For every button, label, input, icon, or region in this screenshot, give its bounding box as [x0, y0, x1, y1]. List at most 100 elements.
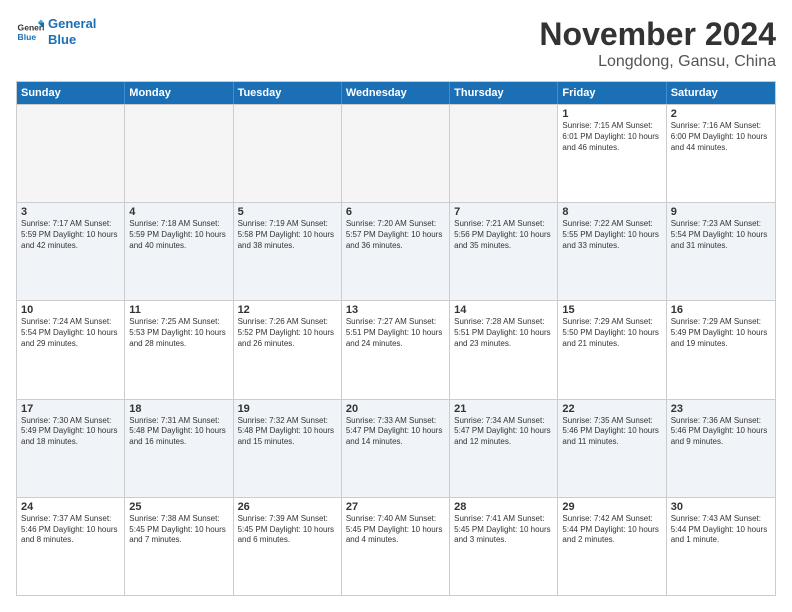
header-day-friday: Friday: [558, 82, 666, 104]
svg-text:Blue: Blue: [18, 31, 37, 41]
calendar-cell: 26Sunrise: 7:39 AM Sunset: 5:45 PM Dayli…: [234, 498, 342, 595]
calendar-cell: [450, 105, 558, 202]
header-day-wednesday: Wednesday: [342, 82, 450, 104]
location: Longdong, Gansu, China: [539, 53, 776, 71]
calendar-cell: 15Sunrise: 7:29 AM Sunset: 5:50 PM Dayli…: [558, 301, 666, 398]
day-number: 27: [346, 501, 445, 513]
calendar-cell: 21Sunrise: 7:34 AM Sunset: 5:47 PM Dayli…: [450, 400, 558, 497]
title-block: November 2024 Longdong, Gansu, China: [539, 16, 776, 71]
day-number: 28: [454, 501, 553, 513]
header-day-sunday: Sunday: [17, 82, 125, 104]
day-info: Sunrise: 7:30 AM Sunset: 5:49 PM Dayligh…: [21, 416, 120, 448]
day-number: 8: [562, 206, 661, 218]
header: General Blue General Blue November 2024 …: [16, 16, 776, 71]
calendar-cell: 4Sunrise: 7:18 AM Sunset: 5:59 PM Daylig…: [125, 203, 233, 300]
calendar-cell: 27Sunrise: 7:40 AM Sunset: 5:45 PM Dayli…: [342, 498, 450, 595]
calendar-cell: 6Sunrise: 7:20 AM Sunset: 5:57 PM Daylig…: [342, 203, 450, 300]
calendar-cell: 12Sunrise: 7:26 AM Sunset: 5:52 PM Dayli…: [234, 301, 342, 398]
calendar-cell: 1Sunrise: 7:15 AM Sunset: 6:01 PM Daylig…: [558, 105, 666, 202]
calendar-cell: 25Sunrise: 7:38 AM Sunset: 5:45 PM Dayli…: [125, 498, 233, 595]
day-info: Sunrise: 7:21 AM Sunset: 5:56 PM Dayligh…: [454, 219, 553, 251]
day-info: Sunrise: 7:29 AM Sunset: 5:49 PM Dayligh…: [671, 317, 771, 349]
calendar-cell: 28Sunrise: 7:41 AM Sunset: 5:45 PM Dayli…: [450, 498, 558, 595]
day-number: 3: [21, 206, 120, 218]
header-day-saturday: Saturday: [667, 82, 775, 104]
calendar-cell: 9Sunrise: 7:23 AM Sunset: 5:54 PM Daylig…: [667, 203, 775, 300]
logo-icon: General Blue: [16, 18, 44, 46]
calendar-row-5: 24Sunrise: 7:37 AM Sunset: 5:46 PM Dayli…: [17, 497, 775, 595]
calendar-cell: 7Sunrise: 7:21 AM Sunset: 5:56 PM Daylig…: [450, 203, 558, 300]
day-number: 2: [671, 108, 771, 120]
logo: General Blue General Blue: [16, 16, 96, 47]
day-number: 20: [346, 403, 445, 415]
day-info: Sunrise: 7:28 AM Sunset: 5:51 PM Dayligh…: [454, 317, 553, 349]
calendar-row-3: 10Sunrise: 7:24 AM Sunset: 5:54 PM Dayli…: [17, 300, 775, 398]
day-info: Sunrise: 7:27 AM Sunset: 5:51 PM Dayligh…: [346, 317, 445, 349]
calendar-cell: 18Sunrise: 7:31 AM Sunset: 5:48 PM Dayli…: [125, 400, 233, 497]
calendar-cell: 17Sunrise: 7:30 AM Sunset: 5:49 PM Dayli…: [17, 400, 125, 497]
calendar-cell: 23Sunrise: 7:36 AM Sunset: 5:46 PM Dayli…: [667, 400, 775, 497]
page: General Blue General Blue November 2024 …: [0, 0, 792, 612]
calendar-row-4: 17Sunrise: 7:30 AM Sunset: 5:49 PM Dayli…: [17, 399, 775, 497]
day-number: 29: [562, 501, 661, 513]
calendar-body: 1Sunrise: 7:15 AM Sunset: 6:01 PM Daylig…: [17, 104, 775, 595]
day-info: Sunrise: 7:33 AM Sunset: 5:47 PM Dayligh…: [346, 416, 445, 448]
day-info: Sunrise: 7:15 AM Sunset: 6:01 PM Dayligh…: [562, 121, 661, 153]
calendar-cell: 13Sunrise: 7:27 AM Sunset: 5:51 PM Dayli…: [342, 301, 450, 398]
day-number: 21: [454, 403, 553, 415]
day-info: Sunrise: 7:42 AM Sunset: 5:44 PM Dayligh…: [562, 514, 661, 546]
calendar-cell: 30Sunrise: 7:43 AM Sunset: 5:44 PM Dayli…: [667, 498, 775, 595]
calendar-header: SundayMondayTuesdayWednesdayThursdayFrid…: [17, 82, 775, 104]
day-info: Sunrise: 7:24 AM Sunset: 5:54 PM Dayligh…: [21, 317, 120, 349]
day-number: 5: [238, 206, 337, 218]
day-number: 15: [562, 304, 661, 316]
calendar-cell: 20Sunrise: 7:33 AM Sunset: 5:47 PM Dayli…: [342, 400, 450, 497]
day-number: 9: [671, 206, 771, 218]
day-number: 11: [129, 304, 228, 316]
day-number: 16: [671, 304, 771, 316]
day-info: Sunrise: 7:23 AM Sunset: 5:54 PM Dayligh…: [671, 219, 771, 251]
day-number: 22: [562, 403, 661, 415]
day-info: Sunrise: 7:25 AM Sunset: 5:53 PM Dayligh…: [129, 317, 228, 349]
day-number: 14: [454, 304, 553, 316]
day-number: 24: [21, 501, 120, 513]
day-info: Sunrise: 7:41 AM Sunset: 5:45 PM Dayligh…: [454, 514, 553, 546]
day-number: 19: [238, 403, 337, 415]
day-number: 30: [671, 501, 771, 513]
calendar-cell: [17, 105, 125, 202]
day-info: Sunrise: 7:22 AM Sunset: 5:55 PM Dayligh…: [562, 219, 661, 251]
calendar-cell: [125, 105, 233, 202]
day-number: 23: [671, 403, 771, 415]
day-info: Sunrise: 7:34 AM Sunset: 5:47 PM Dayligh…: [454, 416, 553, 448]
logo-text: General Blue: [48, 16, 96, 47]
calendar-row-1: 1Sunrise: 7:15 AM Sunset: 6:01 PM Daylig…: [17, 104, 775, 202]
day-info: Sunrise: 7:38 AM Sunset: 5:45 PM Dayligh…: [129, 514, 228, 546]
calendar-cell: 5Sunrise: 7:19 AM Sunset: 5:58 PM Daylig…: [234, 203, 342, 300]
calendar-row-2: 3Sunrise: 7:17 AM Sunset: 5:59 PM Daylig…: [17, 202, 775, 300]
day-info: Sunrise: 7:26 AM Sunset: 5:52 PM Dayligh…: [238, 317, 337, 349]
day-number: 6: [346, 206, 445, 218]
calendar-cell: [342, 105, 450, 202]
day-info: Sunrise: 7:35 AM Sunset: 5:46 PM Dayligh…: [562, 416, 661, 448]
day-info: Sunrise: 7:43 AM Sunset: 5:44 PM Dayligh…: [671, 514, 771, 546]
day-info: Sunrise: 7:36 AM Sunset: 5:46 PM Dayligh…: [671, 416, 771, 448]
calendar-cell: 24Sunrise: 7:37 AM Sunset: 5:46 PM Dayli…: [17, 498, 125, 595]
day-info: Sunrise: 7:40 AM Sunset: 5:45 PM Dayligh…: [346, 514, 445, 546]
month-title: November 2024: [539, 16, 776, 53]
day-info: Sunrise: 7:39 AM Sunset: 5:45 PM Dayligh…: [238, 514, 337, 546]
day-info: Sunrise: 7:31 AM Sunset: 5:48 PM Dayligh…: [129, 416, 228, 448]
calendar-cell: 16Sunrise: 7:29 AM Sunset: 5:49 PM Dayli…: [667, 301, 775, 398]
calendar-cell: 29Sunrise: 7:42 AM Sunset: 5:44 PM Dayli…: [558, 498, 666, 595]
day-info: Sunrise: 7:17 AM Sunset: 5:59 PM Dayligh…: [21, 219, 120, 251]
day-number: 12: [238, 304, 337, 316]
day-number: 10: [21, 304, 120, 316]
calendar-cell: 10Sunrise: 7:24 AM Sunset: 5:54 PM Dayli…: [17, 301, 125, 398]
day-number: 1: [562, 108, 661, 120]
header-day-monday: Monday: [125, 82, 233, 104]
day-number: 4: [129, 206, 228, 218]
calendar-cell: 3Sunrise: 7:17 AM Sunset: 5:59 PM Daylig…: [17, 203, 125, 300]
day-number: 13: [346, 304, 445, 316]
day-number: 7: [454, 206, 553, 218]
calendar-cell: 22Sunrise: 7:35 AM Sunset: 5:46 PM Dayli…: [558, 400, 666, 497]
calendar-cell: [234, 105, 342, 202]
